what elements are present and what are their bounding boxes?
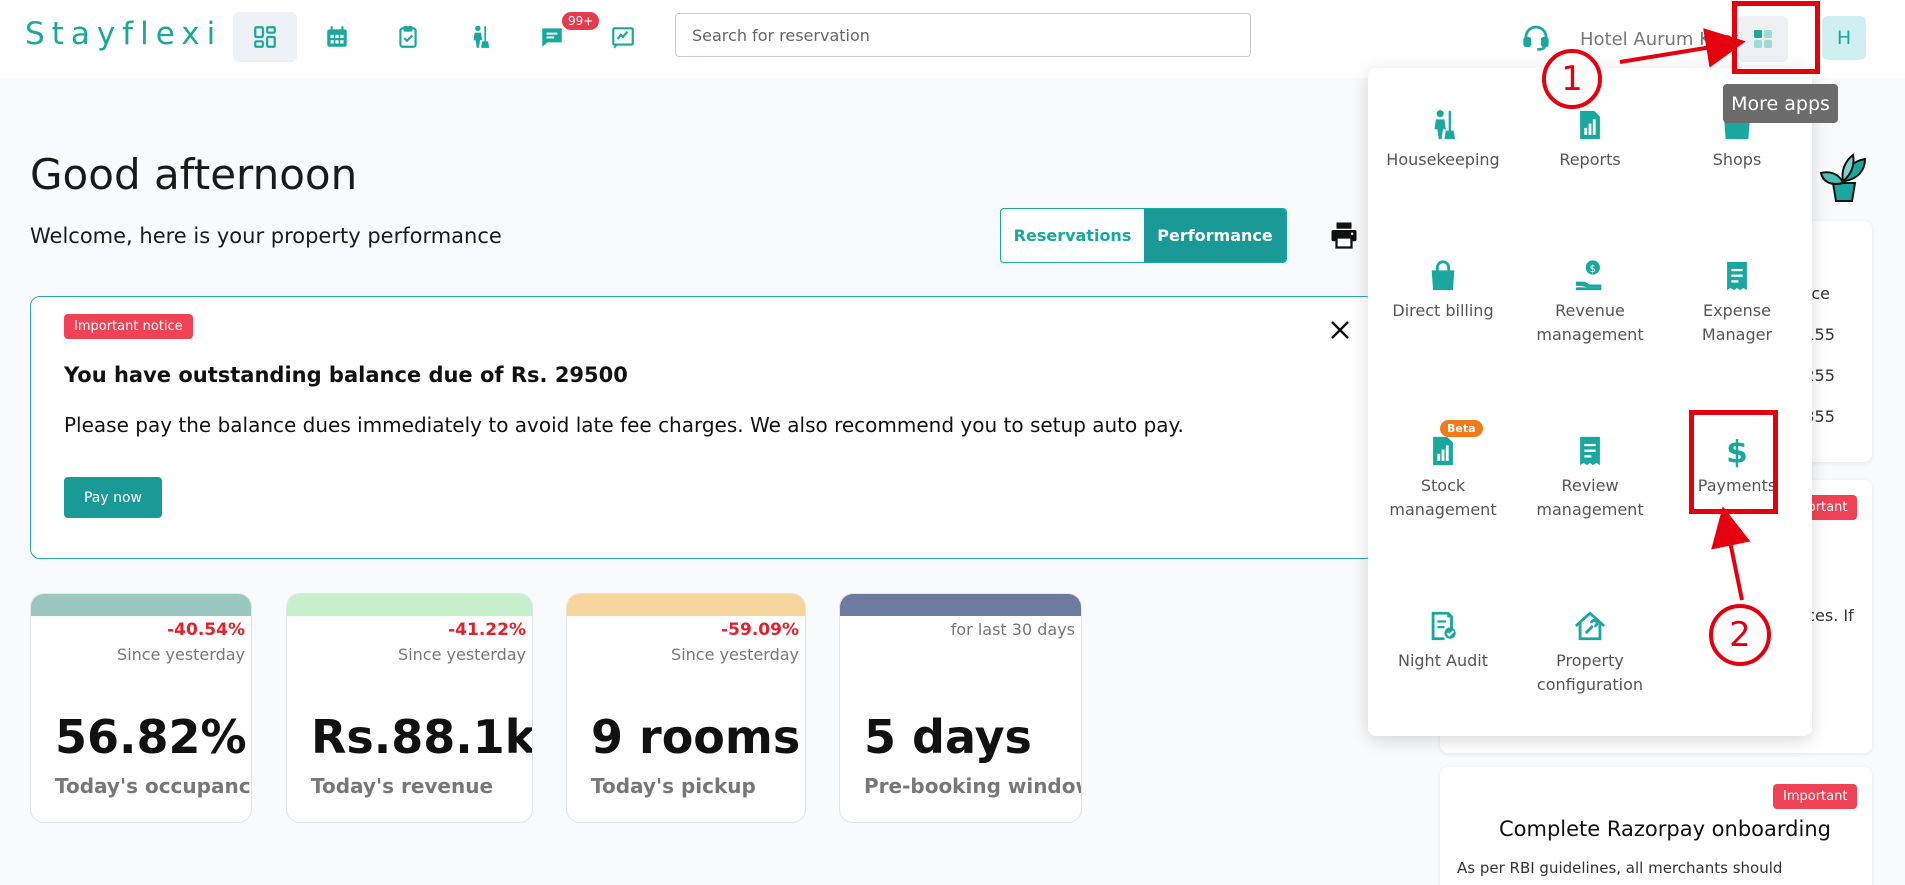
stat-card-revenue[interactable]: -41.22% Since yesterday Rs.88.1k Today's… xyxy=(286,593,533,823)
plant-icon xyxy=(1819,153,1867,202)
stat-color-bar xyxy=(31,594,251,616)
app-housekeeping[interactable]: Housekeeping xyxy=(1373,108,1513,172)
balance-notice: Important notice You have outstanding ba… xyxy=(30,296,1375,559)
app-label: Night Audit xyxy=(1397,651,1489,670)
important-tag: Important xyxy=(1773,784,1858,809)
stat-label: Today's revenue xyxy=(311,774,494,798)
user-avatar[interactable]: H xyxy=(1822,16,1866,60)
feedback-nav-button[interactable] xyxy=(591,12,655,62)
annotation-highlight-apps xyxy=(1732,1,1820,74)
app-label: Direct billing xyxy=(1392,301,1494,320)
print-button[interactable] xyxy=(1328,220,1360,254)
stat-change: -41.22% xyxy=(448,620,526,640)
stat-color-bar xyxy=(567,594,805,616)
notice-title: You have outstanding balance due of Rs. … xyxy=(64,363,628,387)
stock-icon xyxy=(1433,436,1453,466)
beta-badge: Beta xyxy=(1440,420,1483,437)
stat-value: 9 rooms xyxy=(591,710,801,764)
stat-value: 5 days xyxy=(864,710,1032,764)
app-stock-management[interactable]: Beta Stock management xyxy=(1373,420,1513,522)
feedback-icon xyxy=(612,27,634,49)
notice-tag: Important notice xyxy=(64,314,193,339)
tab-reservations[interactable]: Reservations xyxy=(1001,209,1144,262)
stat-value: 56.82% xyxy=(55,710,247,764)
reports-icon xyxy=(1580,110,1600,140)
top-bar: Stayflexi 99+ Hotel Aurum Kens H xyxy=(0,0,1905,78)
stat-label: Today's occupancy xyxy=(55,774,252,798)
annotation-step-1: 1 xyxy=(1542,49,1602,109)
housekeeping-icon xyxy=(1434,110,1456,140)
housekeeping-icon xyxy=(473,25,490,48)
app-night-audit[interactable]: Night Audit xyxy=(1373,609,1513,673)
stat-card-occupancy[interactable]: -40.54% Since yesterday 56.82% Today's o… xyxy=(30,593,252,823)
dashboard-nav-button[interactable] xyxy=(233,12,297,62)
stat-change: -40.54% xyxy=(167,620,245,640)
annotation-highlight-payments xyxy=(1689,410,1778,514)
support-button[interactable] xyxy=(1521,22,1551,56)
stat-card-prebooking[interactable]: for last 30 days 5 days Pre-booking wind… xyxy=(839,593,1082,823)
app-label: Review management xyxy=(1536,476,1644,519)
stat-color-bar xyxy=(840,594,1081,616)
app-property-configuration[interactable]: Property configuration xyxy=(1520,609,1660,697)
stat-since: Since yesterday xyxy=(671,645,799,664)
tab-performance[interactable]: Performance xyxy=(1144,209,1286,262)
app-review-management[interactable]: Review management xyxy=(1520,434,1660,522)
stat-label: Pre-booking window xyxy=(864,774,1082,798)
razorpay-text: As per RBI guidelines, all merchants sho… xyxy=(1457,859,1783,877)
calendar-nav-button[interactable] xyxy=(305,12,369,62)
app-direct-billing[interactable]: Direct billing xyxy=(1373,259,1513,323)
page-subtitle: Welcome, here is your property performan… xyxy=(30,224,502,248)
stat-since: Since yesterday xyxy=(398,645,526,664)
housekeeping-nav-button[interactable] xyxy=(448,12,512,62)
receipt-icon xyxy=(1580,436,1600,466)
stat-value: Rs.88.1k xyxy=(311,710,533,764)
svg-text:$: $ xyxy=(1590,264,1596,275)
chat-nav-button[interactable]: 99+ xyxy=(520,12,600,62)
app-label: Shops xyxy=(1712,150,1762,169)
app-label: Revenue management xyxy=(1536,301,1644,344)
clipboard-check-icon xyxy=(399,26,417,48)
stat-since: for last 30 days xyxy=(950,620,1075,639)
razorpay-card: Important Complete Razorpay onboarding A… xyxy=(1440,767,1872,885)
pay-now-button[interactable]: Pay now xyxy=(64,477,162,518)
app-label: Property configuration xyxy=(1536,651,1644,694)
page-title: Good afternoon xyxy=(30,150,358,199)
app-label: Reports xyxy=(1559,150,1621,169)
razorpay-title: Complete Razorpay onboarding xyxy=(1499,817,1831,841)
tasks-nav-button[interactable] xyxy=(376,12,440,62)
annotation-step-2: 2 xyxy=(1709,604,1771,666)
notice-message: Please pay the balance dues immediately … xyxy=(64,413,1184,437)
dashboard-icon xyxy=(254,26,276,48)
audit-icon xyxy=(1431,611,1456,641)
plant-illustration xyxy=(1813,145,1873,209)
search-input[interactable] xyxy=(675,13,1251,57)
app-logo[interactable]: Stayflexi xyxy=(25,16,222,52)
app-label: Stock management xyxy=(1389,476,1497,519)
property-config-icon xyxy=(1574,611,1606,641)
close-icon xyxy=(1331,321,1349,339)
printer-icon xyxy=(1331,222,1357,249)
app-label: Housekeeping xyxy=(1386,150,1500,169)
view-toggle: Reservations Performance xyxy=(1000,208,1287,263)
close-notice-button[interactable] xyxy=(1329,319,1351,345)
headset-icon xyxy=(1523,25,1549,51)
more-apps-tooltip: More apps xyxy=(1723,84,1838,123)
app-expense-manager[interactable]: Expense Manager xyxy=(1667,259,1807,347)
receipt-icon xyxy=(1727,261,1747,291)
app-reports[interactable]: Reports xyxy=(1520,108,1660,172)
revenue-icon: $ xyxy=(1575,260,1602,291)
chat-icon xyxy=(542,28,562,47)
app-revenue-management[interactable]: $ Revenue management xyxy=(1520,259,1660,347)
stat-color-bar xyxy=(287,594,532,616)
hotel-name[interactable]: Hotel Aurum Kens xyxy=(1580,29,1742,50)
calendar-icon xyxy=(327,26,347,47)
stat-since: Since yesterday xyxy=(117,645,245,664)
app-label: Expense Manager xyxy=(1701,301,1773,344)
stat-label: Today's pickup xyxy=(591,774,756,798)
shopping-bag-icon xyxy=(1431,260,1455,291)
stat-change: -59.09% xyxy=(721,620,799,640)
stat-card-pickup[interactable]: -59.09% Since yesterday 9 rooms Today's … xyxy=(566,593,806,823)
